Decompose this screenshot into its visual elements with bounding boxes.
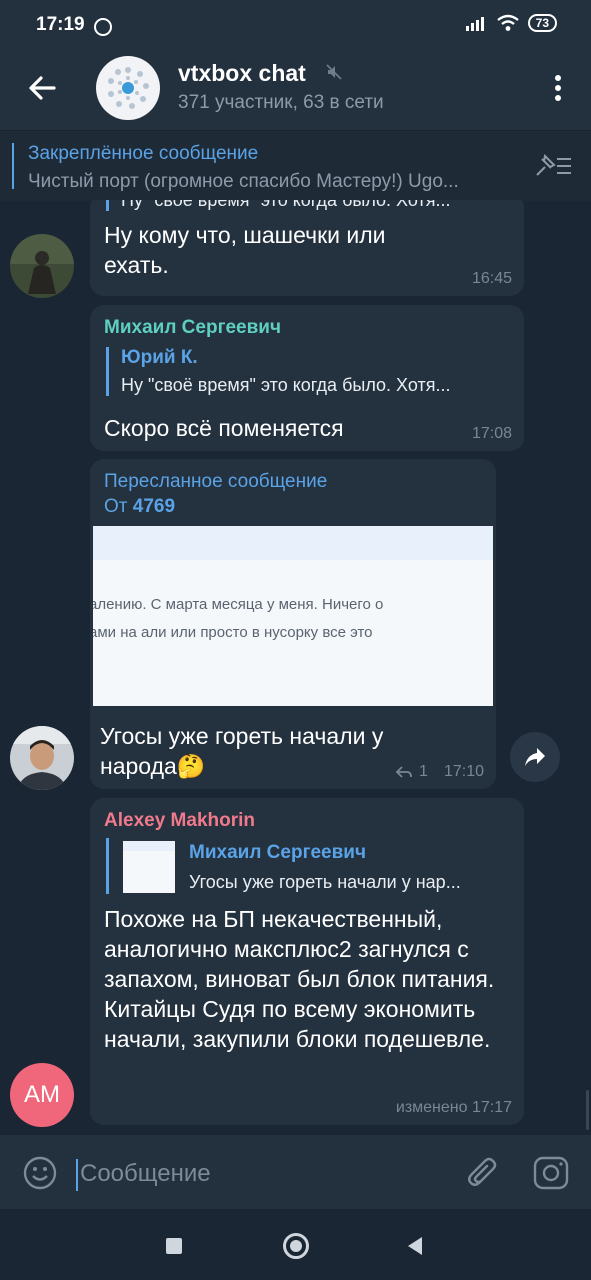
reply-quote[interactable]: Михаил Сергеевич Угосы уже гореть начали…: [106, 838, 509, 894]
message-time: изменено 17:17: [395, 1099, 512, 1116]
reply-count-icon: [395, 766, 412, 778]
message-text: Ну кому что, шашечки или ехать.: [104, 222, 386, 278]
pinned-text: Чистый порт (огромное спасибо Мастеру!) …: [28, 171, 459, 192]
home-button-dot: [290, 1240, 302, 1252]
forward-label: Пересланное сообщение: [104, 471, 328, 492]
back-triangle-icon[interactable]: [404, 1235, 426, 1257]
sender-name[interactable]: Михаил Сергеевич: [104, 317, 281, 339]
pinned-title: Закреплённое сообщение: [28, 143, 259, 164]
message-list[interactable]: Ну "своё время" это когда было. Хотя... …: [0, 200, 591, 1135]
reply-thumbnail: [123, 841, 175, 893]
channel-avatar[interactable]: [96, 56, 160, 120]
forward-button[interactable]: [510, 732, 560, 782]
status-bar: 17:19 73: [0, 0, 591, 46]
message-composer: Сообщение: [0, 1135, 591, 1209]
system-nav-bar: [0, 1209, 591, 1280]
share-arrow-icon: [525, 748, 545, 766]
pinned-list-icon[interactable]: [533, 151, 573, 181]
message-bubble[interactable]: Пересланное сообщение От 4769 алению. С …: [90, 459, 496, 789]
forward-from-prefix: От: [104, 496, 128, 517]
battery-indicator: 73: [527, 14, 557, 32]
text-cursor: [76, 1159, 78, 1191]
message-text-wrap: Угосы уже гореть начали у народа🤔: [100, 721, 420, 781]
recents-button[interactable]: [166, 1238, 182, 1254]
muted-icon: [326, 64, 342, 80]
back-arrow-icon[interactable]: [22, 70, 62, 106]
message-bubble[interactable]: Михаил Сергеевич Юрий К. Ну "своё время"…: [90, 305, 524, 451]
more-options-icon[interactable]: [545, 72, 571, 104]
scrollbar[interactable]: [586, 1090, 589, 1130]
message-meta: 1 17:10: [395, 763, 484, 781]
emoji-icon[interactable]: [22, 1155, 58, 1191]
user-photo-icon: [10, 234, 74, 298]
reply-sender: Михаил Сергеевич: [189, 842, 367, 863]
image-text-line: алению. С марта месяца у меня. Ничего о: [93, 596, 384, 613]
message-text: Угосы уже гореть начали у народа: [100, 723, 384, 779]
sender-avatar[interactable]: [10, 726, 74, 790]
chat-subtitle: 371 участник, 63 в сети: [178, 92, 384, 113]
message-image[interactable]: алению. С марта месяца у меня. Ничего о …: [93, 526, 493, 706]
wifi-icon: [496, 14, 519, 31]
message-time: 16:45: [471, 270, 512, 287]
message-time: 17:10: [443, 763, 484, 780]
message-text: Похоже на БП некачественный, аналогично …: [104, 906, 495, 1052]
message-input[interactable]: Сообщение: [80, 1160, 211, 1188]
status-icons: 73: [465, 14, 557, 32]
channel-logo-icon: [108, 67, 149, 109]
image-top-strip: [93, 526, 493, 560]
camera-icon[interactable]: [532, 1155, 570, 1191]
pinned-indicator: [12, 143, 14, 189]
message-text: Скоро всё поменяется: [104, 415, 344, 441]
chat-header: vtxbox chat 371 участник, 63 в сети: [0, 46, 591, 130]
reply-text: Ну "своё время" это когда было. Хотя...: [121, 200, 451, 210]
forward-from-name: 4769: [132, 496, 176, 517]
user-photo-icon: [10, 726, 74, 790]
attach-icon[interactable]: [466, 1155, 500, 1191]
reply-text: Ну "своё время" это когда было. Хотя...: [121, 375, 451, 395]
sender-avatar[interactable]: [10, 234, 74, 298]
reply-quote[interactable]: Юрий К. Ну "своё время" это когда было. …: [106, 347, 511, 396]
sender-name[interactable]: Alexey Makhorin: [104, 810, 255, 832]
reply-quote[interactable]: Ну "своё время" это когда было. Хотя...: [106, 200, 521, 211]
thumbnail-strip: [123, 841, 175, 851]
reply-sender: Юрий К.: [121, 347, 198, 368]
thinking-emoji: 🤔: [176, 753, 206, 779]
sender-avatar[interactable]: AM: [10, 1063, 74, 1127]
telegram-status-icon: [94, 18, 112, 36]
reply-text: Угосы уже гореть начали у нар...: [189, 872, 461, 892]
chat-title[interactable]: vtxbox chat: [178, 60, 306, 87]
message-bubble[interactable]: Alexey Makhorin Михаил Сергеевич Угосы у…: [90, 798, 524, 1125]
message-bubble[interactable]: Ну "своё время" это когда было. Хотя... …: [90, 200, 524, 296]
pinned-message-bar[interactable]: Закреплённое сообщение Чистый порт (огро…: [0, 130, 591, 201]
forward-from[interactable]: От 4769: [104, 496, 175, 518]
signal-icon: [465, 17, 484, 31]
reply-count: 1: [419, 763, 428, 780]
image-text-line: ами на али или просто в нусорку все это: [93, 624, 373, 641]
message-time: 17:08: [471, 425, 512, 442]
home-button[interactable]: [283, 1233, 309, 1259]
